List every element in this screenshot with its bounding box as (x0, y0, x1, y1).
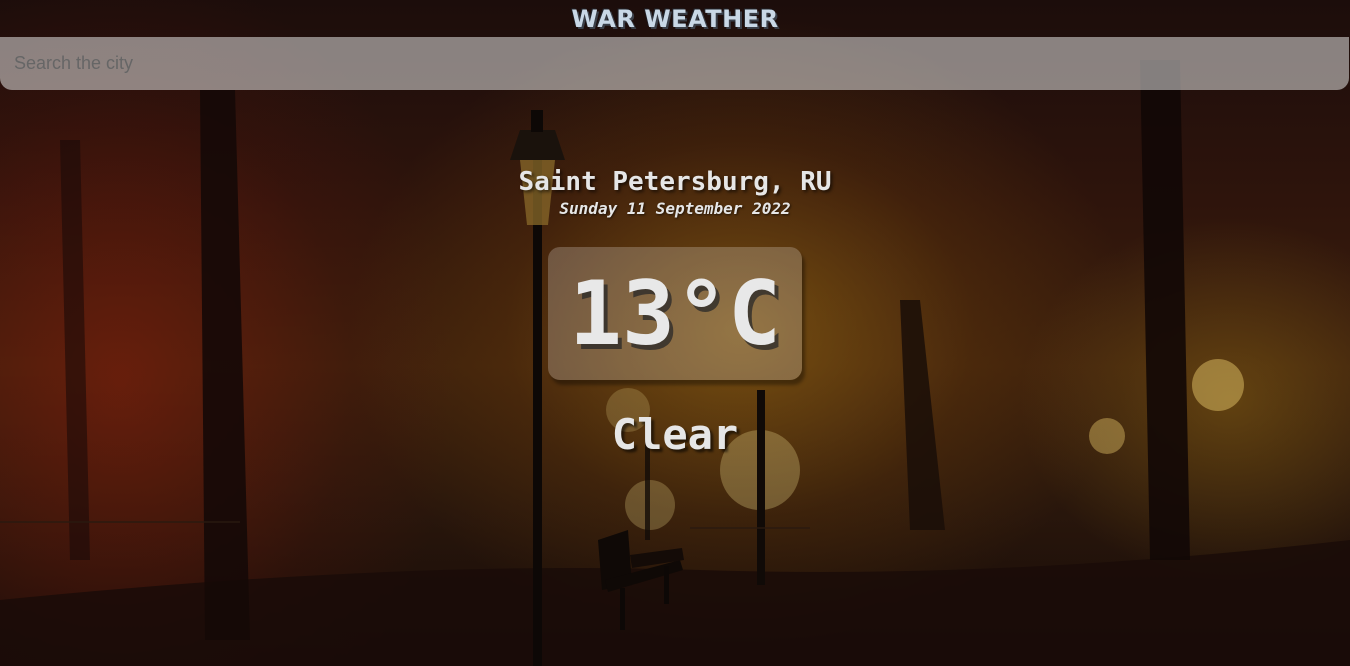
temperature-card: 13°C (548, 247, 802, 380)
app-title: WAR WEATHER (571, 5, 779, 33)
location-name: Saint Petersburg, RU (518, 167, 832, 197)
current-date: Sunday 11 September 2022 (559, 199, 791, 218)
temperature-value: 13°C (569, 261, 781, 365)
weather-condition: Clear (611, 410, 739, 459)
city-search-input[interactable] (0, 37, 1349, 90)
